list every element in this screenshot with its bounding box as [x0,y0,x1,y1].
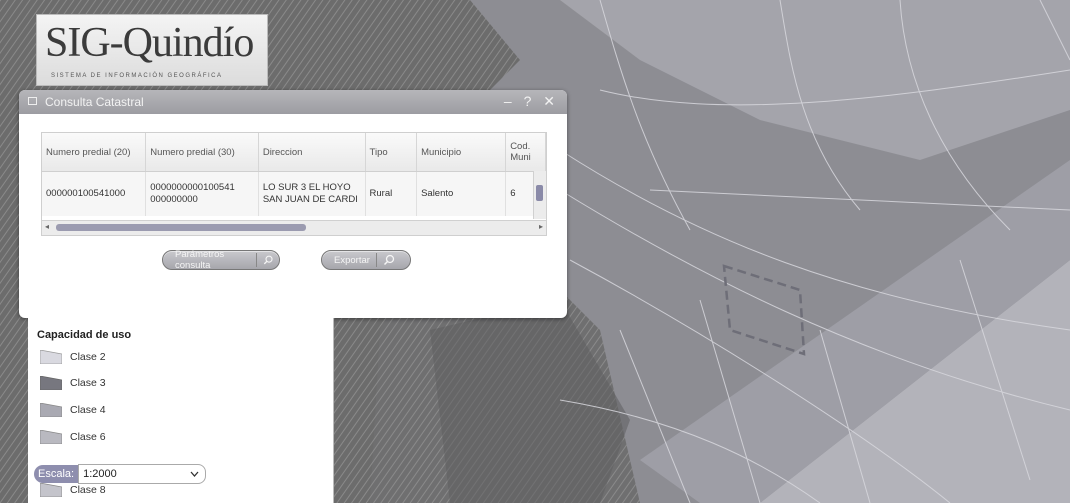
results-grid: Numero predial (20) Numero predial (30) … [41,132,547,236]
dialog-header[interactable]: Consulta Catastral – ? ✕ [19,90,567,114]
column-header-direccion[interactable]: Direccion [258,133,366,172]
column-header-numero-predial-20[interactable]: Numero predial (20) [42,133,147,172]
legend-item-label: Clase 2 [70,351,106,363]
vertical-scrollbar[interactable] [533,171,546,219]
legend-item-label: Clase 4 [70,404,106,416]
legend-item-label: Clase 3 [70,377,106,389]
cell-tipo: Rural [365,171,418,216]
scroll-thumb[interactable] [56,224,306,231]
help-button[interactable]: ? [524,93,536,109]
search-icon [383,254,395,266]
params-button-label: Parámetros consulta [175,249,225,271]
scale-label: Escala: [34,465,79,483]
scale-control: Escala: 1:2000 [34,463,207,485]
table-row[interactable]: 000000100541000 0000000000100541 0000000… [42,171,546,216]
app-logo: SIG-Quindío SISTEMA DE INFORMACIÓN GEOGR… [36,14,268,86]
logo-subtitle: SISTEMA DE INFORMACIÓN GEOGRÁFICA [51,73,223,79]
cell-direccion: LO SUR 3 EL HOYO SAN JUAN DE CARDI [258,171,366,216]
consulta-catastral-dialog: Consulta Catastral – ? ✕ Numero predial … [19,90,567,318]
search-icon [263,255,273,265]
legend-swatch-icon [40,376,62,390]
cell-numero-predial-20: 000000100541000 [42,171,147,216]
column-header-tipo[interactable]: Tipo [365,133,418,172]
scroll-right-icon[interactable]: ▸ [539,222,543,231]
legend-swatch-icon [40,403,62,417]
close-button[interactable]: ✕ [543,93,559,109]
dialog-title: Consulta Catastral [45,95,144,109]
params-button[interactable]: Parámetros consulta [162,249,280,271]
window-icon [28,97,37,105]
results-table: Numero predial (20) Numero predial (30) … [42,133,546,216]
horizontal-scrollbar[interactable]: ◂ ▸ [42,220,546,235]
export-button[interactable]: Exportar [321,250,411,270]
export-button-label: Exportar [334,254,370,266]
logo-title: SIG-Quindío [45,20,254,66]
legend-title: Capacidad de uso [37,329,132,341]
cell-municipio: Salento [416,171,507,216]
cell-numero-predial-30: 0000000000100541 000000000 [145,171,259,216]
scale-value: 1:2000 [83,468,117,480]
column-header-municipio[interactable]: Municipio [416,133,507,172]
legend-swatch-icon [40,350,62,364]
scroll-left-icon[interactable]: ◂ [45,222,49,231]
legend-swatch-icon [40,483,62,497]
legend-item-label: Clase 6 [70,431,106,443]
chevron-down-icon [190,471,199,477]
column-header-cod-muni[interactable]: Cod. Muni [505,133,546,172]
legend-item-label: Clase 8 [70,484,106,496]
column-header-numero-predial-30[interactable]: Numero predial (30) [145,133,259,172]
minimize-button[interactable]: – [504,93,516,109]
legend-swatch-icon [40,430,62,444]
scale-select[interactable]: 1:2000 [78,464,207,484]
scroll-thumb[interactable] [536,185,543,201]
